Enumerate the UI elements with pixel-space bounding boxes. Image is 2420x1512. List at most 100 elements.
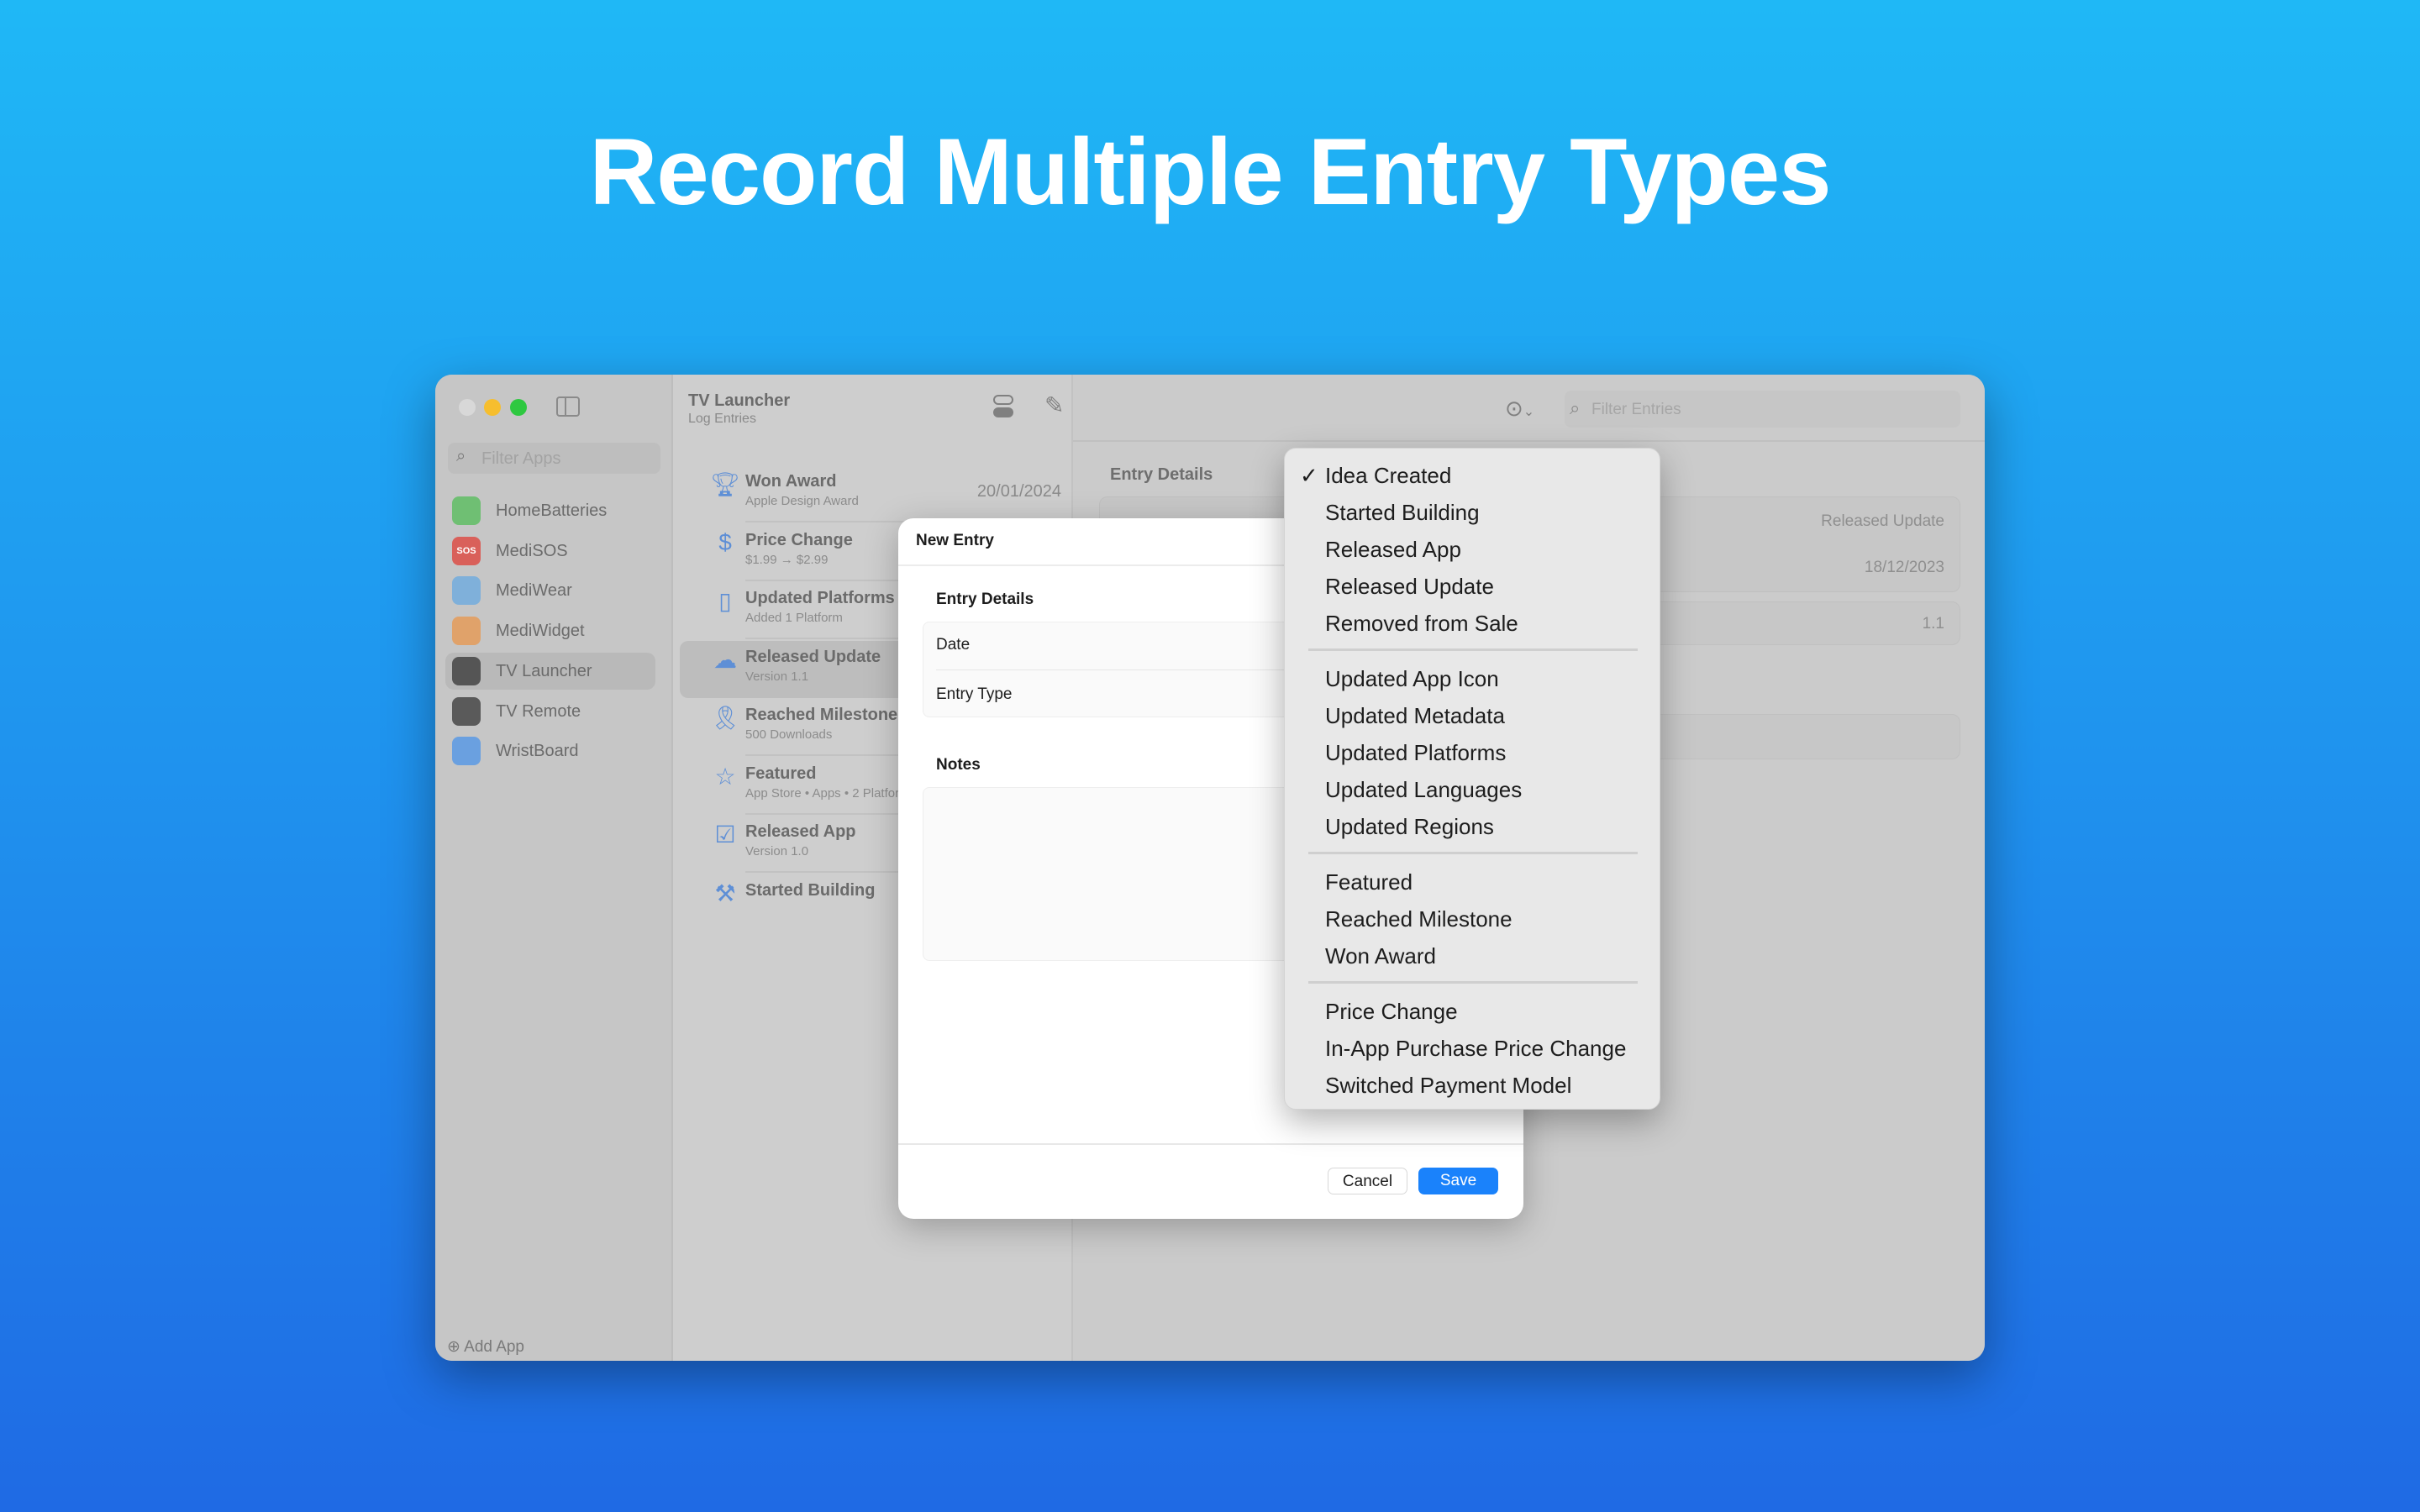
menu-item-label: Started Building <box>1325 500 1480 525</box>
checkmark-icon: ✓ <box>1300 463 1318 488</box>
tv-icon <box>452 656 481 685</box>
trophy-icon: 🏆︎ <box>710 471 740 497</box>
notes-label: Notes <box>936 756 981 774</box>
menu-item[interactable]: Price Change <box>1325 993 1458 1030</box>
sidebar-item-tv-remote[interactable]: TV Remote <box>445 693 655 730</box>
entry-title: Featured <box>745 764 817 783</box>
sidebar-item-label: MediSOS <box>496 541 568 560</box>
menu-item[interactable]: Updated Metadata <box>1325 697 1505 734</box>
zoom-window-button[interactable] <box>510 399 527 416</box>
filter-apps-placeholder: Filter Apps <box>481 449 561 468</box>
menu-item-label: Updated Platforms <box>1325 740 1507 765</box>
widget-icon <box>452 617 481 646</box>
entry-subtitle: App Store • Apps • 2 Platforms <box>745 785 917 801</box>
filter-entries-placeholder: Filter Entries <box>1591 401 1681 418</box>
menu-item[interactable]: Updated Regions <box>1325 808 1494 845</box>
filter-entries-input[interactable]: ⌕ Filter Entries <box>1565 391 1960 428</box>
sidebar-item-mediwear[interactable]: MediWear <box>445 572 655 609</box>
pane-title: TV Launcher <box>688 391 791 410</box>
date-label: Date <box>936 636 971 654</box>
menu-item[interactable]: Updated Platforms <box>1325 734 1506 771</box>
close-window-button[interactable] <box>459 399 476 416</box>
sidebar-item-label: TV Launcher <box>496 661 592 680</box>
dialog-title: New Entry <box>916 532 994 549</box>
sidebar-item-homebatteries[interactable]: HomeBatteries <box>445 492 655 529</box>
add-app-button[interactable]: ⊕ Add App <box>447 1337 524 1357</box>
sos-icon: SOS <box>452 536 481 565</box>
search-icon: ⌕ <box>456 447 466 465</box>
headline: Record Multiple Entry Types <box>589 119 1832 224</box>
menu-item-label: In-App Purchase Price Change <box>1325 1036 1627 1061</box>
hammer-icon: ⚒ <box>714 879 736 906</box>
menu-item-label: Released Update <box>1325 574 1494 599</box>
menu-item[interactable]: Released App <box>1325 531 1461 568</box>
compose-icon[interactable]: ✎ <box>1044 391 1064 419</box>
menu-item[interactable]: Updated App Icon <box>1325 660 1499 697</box>
ribbon-icon: 🎗︎ <box>710 705 740 731</box>
entry-date: 20/01/2024 <box>976 482 1061 501</box>
sidebar-item-tv-launcher[interactable]: TV Launcher <box>445 652 655 690</box>
menu-item[interactable]: Featured <box>1325 864 1413 900</box>
sidebar-item-label: TV Remote <box>496 701 581 721</box>
menu-item[interactable]: Removed from Sale <box>1325 605 1518 642</box>
menu-item-label: Reached Milestone <box>1325 906 1512 932</box>
menu-item[interactable]: Switched Payment Model <box>1325 1067 1571 1104</box>
app-check-icon: ☑ <box>714 822 736 848</box>
sidebar-item-label: MediWear <box>496 581 572 601</box>
add-app-label: Add App <box>464 1338 524 1356</box>
entry-date-value: 18/12/2023 <box>1864 559 1944 576</box>
entry-subtitle: Version 1.1 <box>745 669 809 684</box>
menu-item[interactable]: Updated Languages <box>1325 771 1522 808</box>
sidebar-item-medisos[interactable]: SOS MediSOS <box>445 533 655 570</box>
entry-title: Price Change <box>745 530 853 549</box>
entry-title: Started Building <box>745 880 876 900</box>
sidebar-item-label: MediWidget <box>496 622 585 641</box>
cancel-button[interactable]: Cancel <box>1328 1168 1407 1194</box>
menu-item-label: Idea Created <box>1325 463 1452 488</box>
entry-type-value: Released Update <box>1821 512 1944 530</box>
menu-separator <box>1308 852 1638 854</box>
version-value: 1.1 <box>1922 615 1944 633</box>
sidebar: ⌕ Filter Apps HomeBatteries SOS MediSOS Med… <box>435 375 673 1361</box>
star-icon: ☆ <box>714 763 736 790</box>
entry-type-label[interactable]: Entry Type <box>936 685 1012 704</box>
menu-item-label: Released App <box>1325 537 1461 562</box>
pane-subtitle: Log Entries <box>688 412 756 426</box>
list-item[interactable]: 🏆︎ Won Award Apple Design Award 20/01/2024 <box>673 465 1073 522</box>
menu-item-label: Updated Metadata <box>1325 703 1505 728</box>
menu-item[interactable]: Released Update <box>1325 568 1494 605</box>
phone-icon: ▯ <box>718 588 732 614</box>
sidebar-item-label: WristBoard <box>496 742 579 761</box>
menu-item-label: Updated App Icon <box>1325 666 1499 691</box>
entry-title: Released Update <box>745 647 881 666</box>
save-button[interactable]: Save <box>1418 1168 1498 1194</box>
detail-section-title: Entry Details <box>1110 465 1213 484</box>
entry-title: Released App <box>745 822 856 841</box>
menu-item-label: Featured <box>1325 869 1413 895</box>
menu-item[interactable]: In-App Purchase Price Change <box>1325 1030 1626 1067</box>
home-battery-icon <box>452 496 481 525</box>
watch-icon <box>452 576 481 606</box>
sidebar-item-label: HomeBatteries <box>496 501 608 520</box>
menu-item-label: Updated Regions <box>1325 814 1494 839</box>
sidebar-item-wristboard[interactable]: WristBoard <box>445 732 655 769</box>
menu-item-label: Switched Payment Model <box>1325 1073 1572 1098</box>
menu-item[interactable]: Reached Milestone <box>1325 900 1512 937</box>
entry-title: Reached Milestone <box>745 706 898 724</box>
menu-separator <box>1308 981 1638 984</box>
menu-item[interactable]: Won Award <box>1325 937 1436 974</box>
menu-item[interactable]: ✓ Idea Created <box>1300 457 1452 494</box>
remote-icon <box>452 696 481 726</box>
keyboard-icon <box>452 737 481 766</box>
menu-item[interactable]: Started Building <box>1325 494 1480 531</box>
more-options-icon[interactable]: ⊙⌄ <box>1505 396 1534 422</box>
entry-subtitle: Added 1 Platform <box>745 611 843 625</box>
minimize-window-button[interactable] <box>484 399 501 416</box>
entry-title: Updated Platforms <box>745 589 895 607</box>
entry-type-menu: ✓ Idea Created Started Building Released Ap… <box>1284 448 1660 1110</box>
toggles-icon[interactable] <box>993 395 1013 418</box>
filter-apps-input[interactable]: ⌕ Filter Apps <box>448 443 660 474</box>
sidebar-toggle-icon[interactable] <box>556 396 580 417</box>
sidebar-item-mediwidget[interactable]: MediWidget <box>445 612 655 649</box>
cloud-download-icon: ☁ <box>713 646 737 673</box>
